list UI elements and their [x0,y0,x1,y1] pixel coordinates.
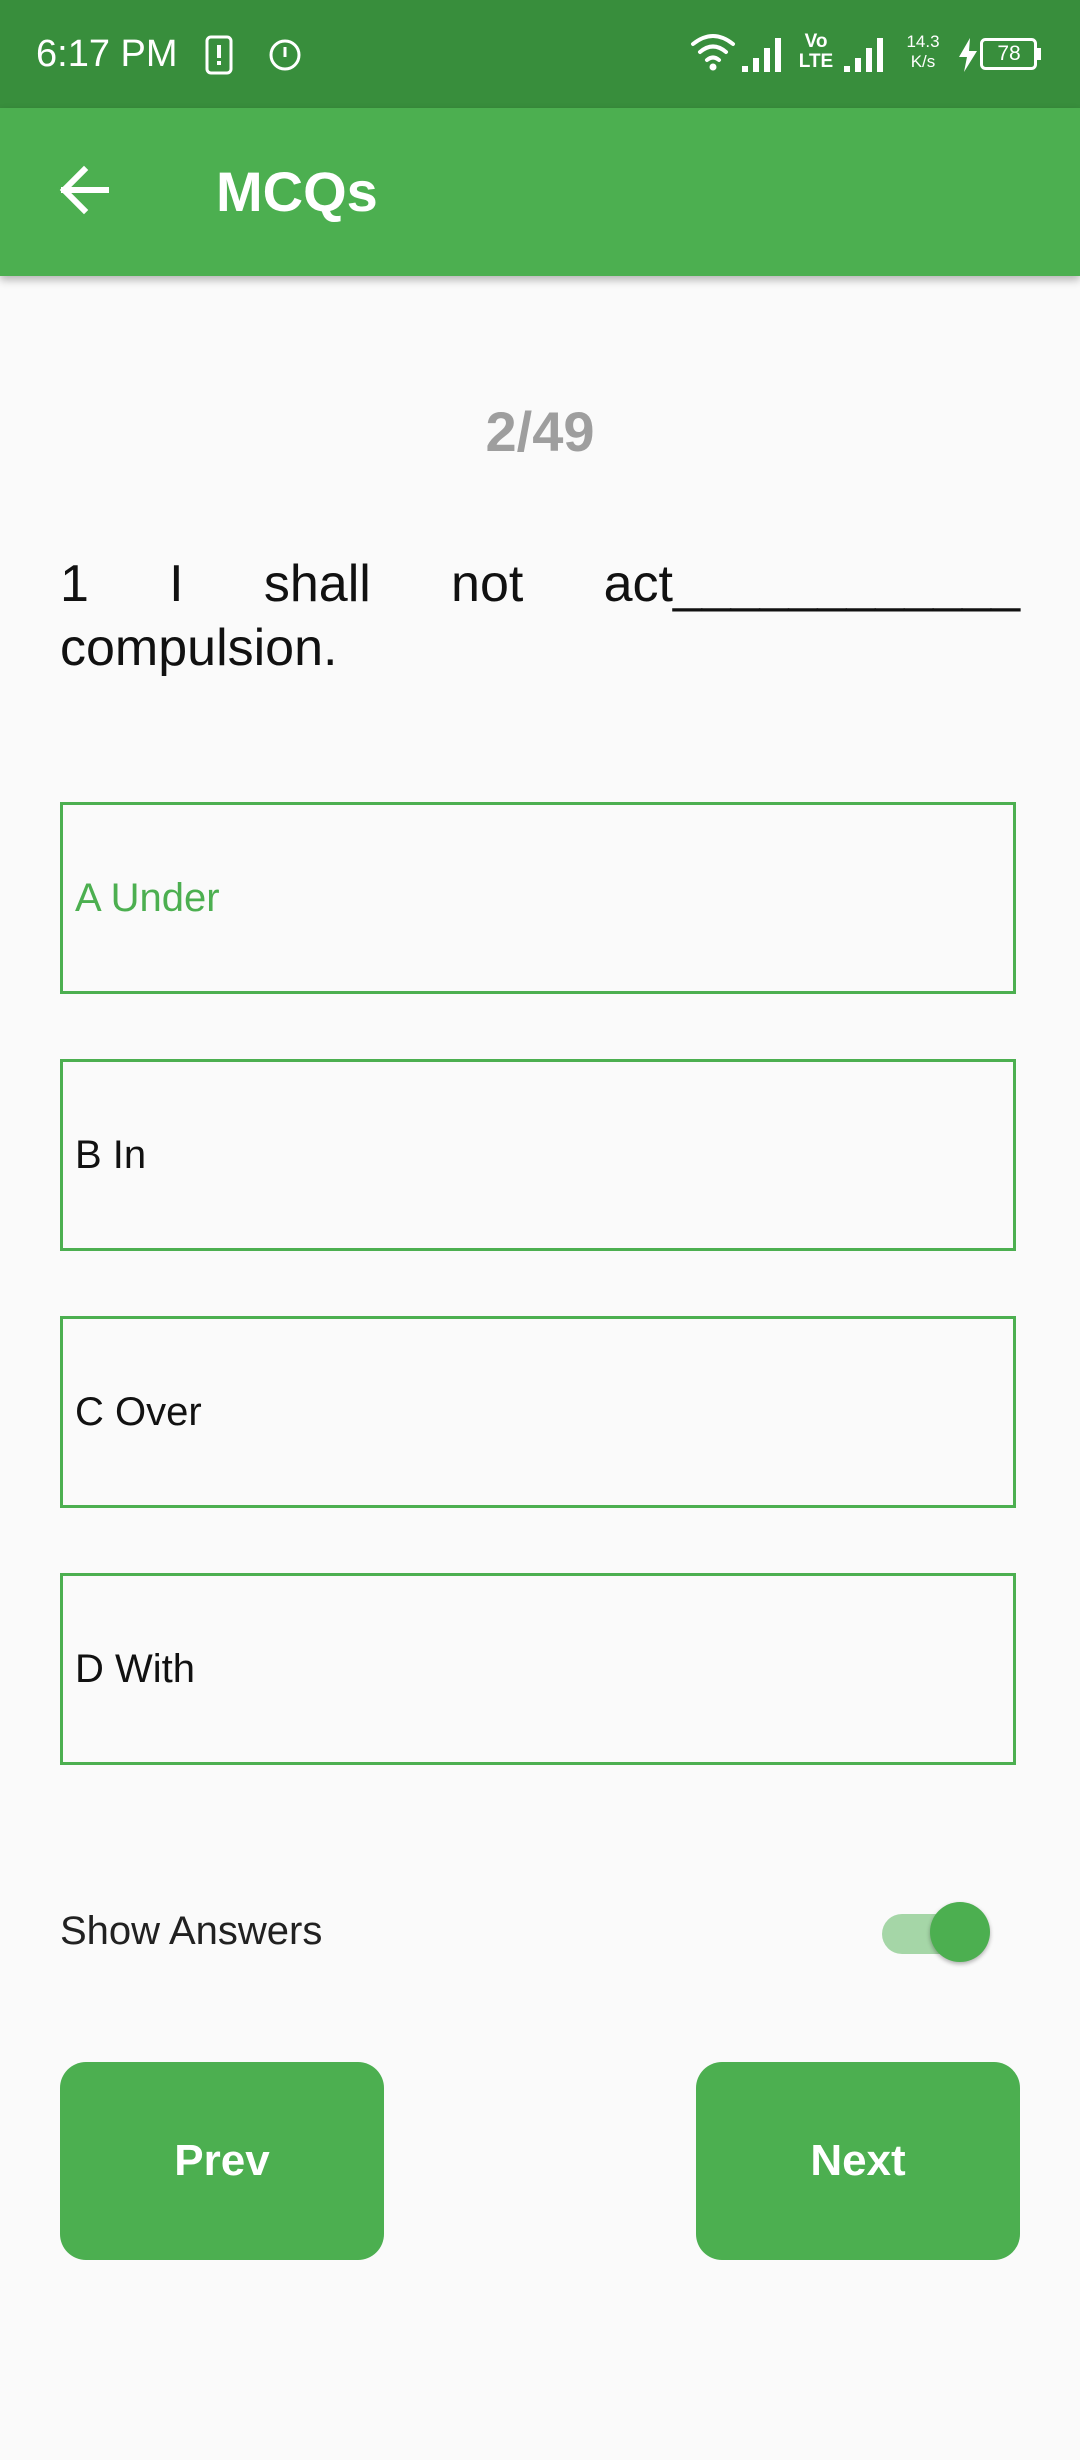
show-answers-toggle[interactable] [876,1896,994,1964]
question-text: 1 I shall not act____________ compulsion… [60,555,1020,677]
network-speed-unit: K/s [910,52,936,71]
option-d[interactable]: D With [60,1573,1016,1765]
network-speed: 14.3 K/s [898,32,948,72]
show-answers-label: Show Answers [60,1909,323,1953]
network-speed-value: 14.3 [906,32,940,51]
next-button[interactable]: Next [696,2062,1020,2260]
charging-bolt-icon [956,38,980,77]
prev-button[interactable]: Prev [60,2062,384,2260]
app-bar: MCQs [0,108,1080,276]
volte-bottom: LTE [798,51,834,72]
phone-alert-icon [204,34,234,81]
option-label: B In [75,1132,147,1177]
status-time: 6:17 PM [36,33,178,75]
option-label: C Over [75,1389,202,1434]
power-timer-icon [268,38,302,77]
wifi-icon [690,32,736,77]
option-label: D With [75,1646,195,1691]
volte-top: Vo [804,31,828,52]
option-label: A Under [75,875,220,920]
option-c[interactable]: C Over [60,1316,1016,1508]
arrow-back-icon [58,164,110,221]
signal-strength-icon [742,36,786,77]
volte-indicator: Vo LTE [794,32,838,72]
battery-level: 78 [997,42,1021,65]
toggle-thumb [930,1902,990,1962]
option-a[interactable]: A Under [60,802,1016,994]
status-bar: 6:17 PM Vo LTE 14.3 K/s 78 [0,0,1080,108]
back-button[interactable] [30,138,138,246]
option-b[interactable]: B In [60,1059,1016,1251]
question-counter: 2/49 [485,400,595,463]
signal-strength-2-icon [844,36,888,77]
page-title: MCQs [216,160,378,223]
